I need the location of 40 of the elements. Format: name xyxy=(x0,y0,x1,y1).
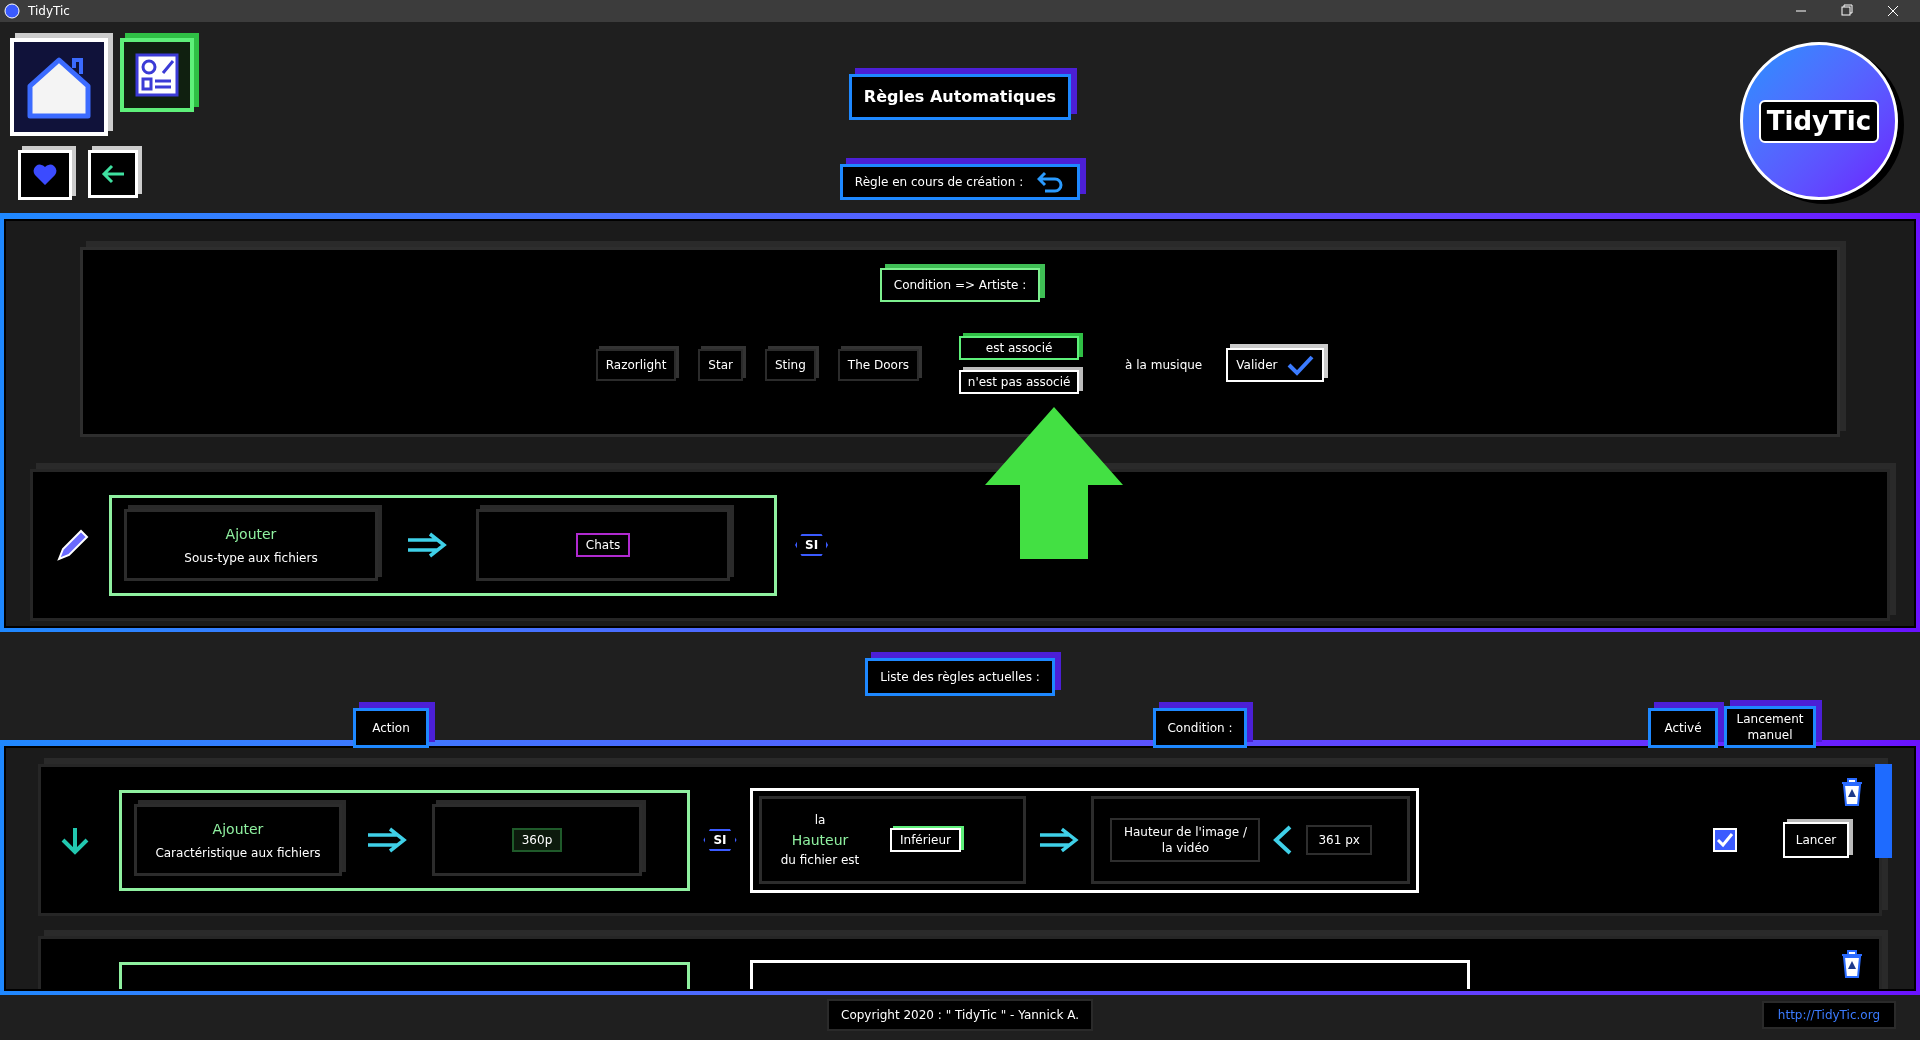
pencil-icon[interactable] xyxy=(55,527,91,563)
association-option[interactable]: n'est pas associé xyxy=(959,370,1080,394)
double-arrow-icon xyxy=(1037,826,1080,854)
operator-tag[interactable]: Inférieur xyxy=(890,828,961,852)
logo-text: TidyTic xyxy=(1758,99,1880,143)
checkmark-icon xyxy=(1286,354,1315,376)
condition-prefix: la xyxy=(814,812,826,829)
action-target: Sous-type aux fichiers xyxy=(184,549,318,567)
subtype-tag: Chats xyxy=(575,533,631,557)
website-link[interactable]: http://TidyTic.org xyxy=(1761,1001,1896,1029)
scrollbar[interactable] xyxy=(1875,764,1892,858)
artist-option[interactable]: Razorlight xyxy=(595,349,677,381)
artist-option[interactable]: The Doors xyxy=(837,349,920,381)
action-verb: Ajouter xyxy=(212,819,264,839)
copyright-text: Copyright 2020 : " TidyTic " - Yannick A. xyxy=(827,999,1093,1031)
condition-field: Hauteur xyxy=(791,830,849,850)
suffix-text: à la musique xyxy=(1125,357,1203,374)
si-badge: SI xyxy=(795,534,829,556)
active-checkbox[interactable] xyxy=(1713,828,1737,852)
trash-icon[interactable] xyxy=(1839,949,1865,979)
condition-suffix: du fichier est xyxy=(780,852,860,869)
association-option[interactable]: est associé xyxy=(959,336,1080,360)
heart-icon xyxy=(32,163,58,187)
artist-option[interactable]: Sting xyxy=(764,349,816,381)
subject-tag: Hauteur de l'image / la vidéo xyxy=(1110,818,1261,862)
creation-label-text: Règle en cours de création : xyxy=(854,174,1024,191)
action-target: Caractéristique aux fichiers xyxy=(155,844,321,862)
back-arrow-icon xyxy=(100,163,126,185)
double-arrow-icon xyxy=(366,826,408,854)
trash-icon[interactable] xyxy=(1839,777,1865,807)
value-tag: 360p xyxy=(511,828,563,852)
artist-option[interactable]: Star xyxy=(698,349,743,381)
up-arrow-icon xyxy=(985,407,1123,559)
app-icon xyxy=(4,3,20,19)
si-badge: SI xyxy=(703,829,737,851)
action-verb: Ajouter xyxy=(225,524,277,544)
document-edit-icon xyxy=(133,51,181,99)
double-arrow-icon xyxy=(406,531,448,559)
amount-tag: 361 px xyxy=(1306,825,1372,855)
window-title: TidyTic xyxy=(28,3,70,20)
